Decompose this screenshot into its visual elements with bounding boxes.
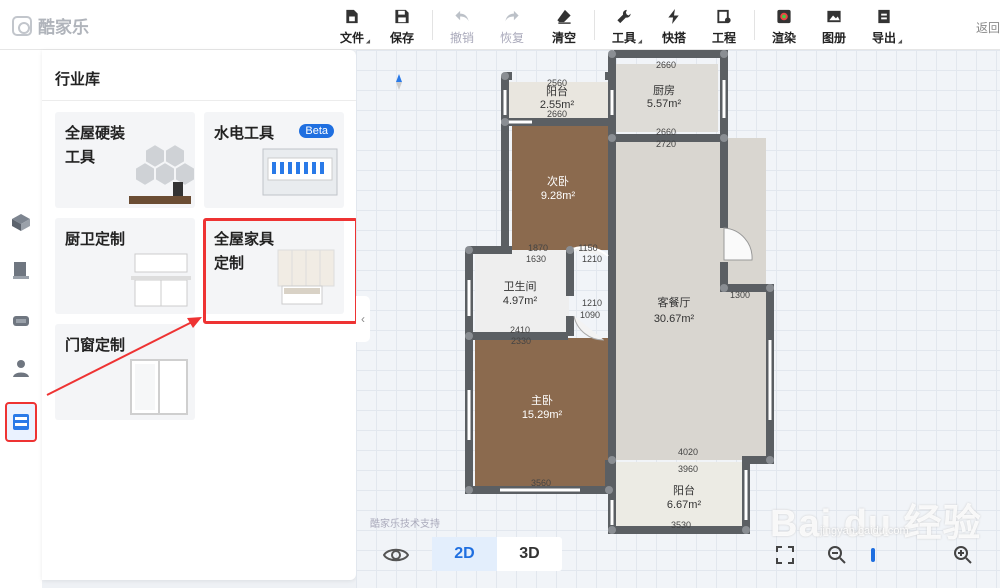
room-area: 30.67m² <box>654 313 695 325</box>
view-3d-button[interactable]: 3D <box>497 537 562 571</box>
compass-north-icon <box>396 74 402 82</box>
dimension-label: 1870 <box>528 243 548 253</box>
room-name: 客餐厅 <box>658 295 691 309</box>
dimension-label: 1210 <box>582 254 602 264</box>
dimension-label: 3530 <box>671 520 691 530</box>
room-name: 厨房 <box>653 84 675 97</box>
dimension-label: 3960 <box>678 464 698 474</box>
dimension-label: 2660 <box>656 127 676 137</box>
dimension-label: 2560 <box>547 78 567 88</box>
room-area: 4.97m² <box>503 295 538 307</box>
dimension-label: 1300 <box>730 290 750 300</box>
dimension-label: 1150 <box>578 243 597 253</box>
zoom-in-icon[interactable] <box>952 544 974 566</box>
dimension-label: 1210 <box>582 298 602 308</box>
zoom-out-icon[interactable] <box>826 544 848 566</box>
dimension-label: 1630 <box>526 254 546 264</box>
fit-screen-icon[interactable] <box>774 544 796 566</box>
dimension-label: 2720 <box>656 139 676 149</box>
baidu-watermark: Bai du 经验 <box>770 503 982 545</box>
dimension-label: 2660 <box>656 60 676 70</box>
view-2d-button[interactable]: 2D <box>432 537 497 571</box>
view-mode-toggle: 2D 3D <box>432 537 562 571</box>
dimension-label: 1090 <box>580 310 600 320</box>
baidu-watermark-url: jingyan.baidu.com <box>820 525 909 537</box>
dimension-label: 4020 <box>678 447 698 457</box>
room-area: 5.57m² <box>647 98 682 110</box>
living-extension-floor <box>720 288 766 460</box>
zoom-slider-handle[interactable] <box>862 544 884 566</box>
dimension-label: 2660 <box>547 109 567 119</box>
room-name: 卫生间 <box>504 279 537 293</box>
tech-support-credit: 酷家乐技术支持 <box>370 519 440 530</box>
room-area: 6.67m² <box>667 499 702 511</box>
dimension-label: 2330 <box>511 336 531 346</box>
visibility-eye-icon[interactable] <box>383 545 409 565</box>
room-name: 阳台 <box>673 483 695 497</box>
room-name: 主卧 <box>531 394 553 407</box>
dimension-label: 2410 <box>510 325 530 335</box>
compass-south-icon <box>396 82 402 90</box>
room-area: 9.28m² <box>541 190 576 202</box>
second-bedroom-floor[interactable] <box>512 126 610 250</box>
room-name: 次卧 <box>547 174 569 188</box>
dimension-label: 3560 <box>531 478 551 488</box>
room-area: 15.29m² <box>522 409 563 421</box>
